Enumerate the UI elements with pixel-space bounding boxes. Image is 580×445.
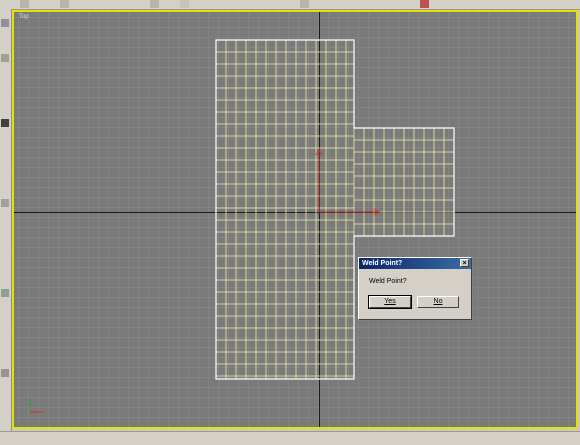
no-label: No [433, 298, 443, 305]
move-icon[interactable] [60, 0, 69, 8]
mesh-object[interactable] [14, 12, 576, 427]
no-button[interactable]: No [417, 296, 459, 308]
render-icon[interactable] [420, 0, 429, 8]
weld-point-dialog: Weld Point? × Weld Point? Yes No [358, 257, 472, 320]
select-icon[interactable] [20, 0, 29, 8]
yes-button[interactable]: Yes [368, 295, 412, 309]
link-icon[interactable] [300, 0, 309, 8]
modify-icon[interactable] [1, 54, 9, 62]
display-icon[interactable] [1, 289, 9, 297]
viewport-top[interactable]: Top [12, 10, 578, 429]
rotate-icon[interactable] [150, 0, 159, 8]
dialog-message: Weld Point? [369, 278, 407, 285]
dialog-title: Weld Point? [362, 260, 403, 267]
create-icon[interactable] [1, 19, 9, 27]
yes-label: Yes [384, 298, 396, 305]
axis-tripod-icon [29, 398, 44, 413]
hierarchy-icon[interactable] [1, 119, 9, 127]
scale-icon[interactable] [180, 0, 189, 8]
dialog-title-bar: Weld Point? × [359, 258, 471, 269]
status-bar [0, 431, 580, 445]
close-icon[interactable]: × [460, 259, 469, 267]
utilities-icon[interactable] [1, 369, 9, 377]
main-toolbar [0, 0, 580, 10]
motion-icon[interactable] [1, 199, 9, 207]
left-toolbar [0, 9, 12, 435]
